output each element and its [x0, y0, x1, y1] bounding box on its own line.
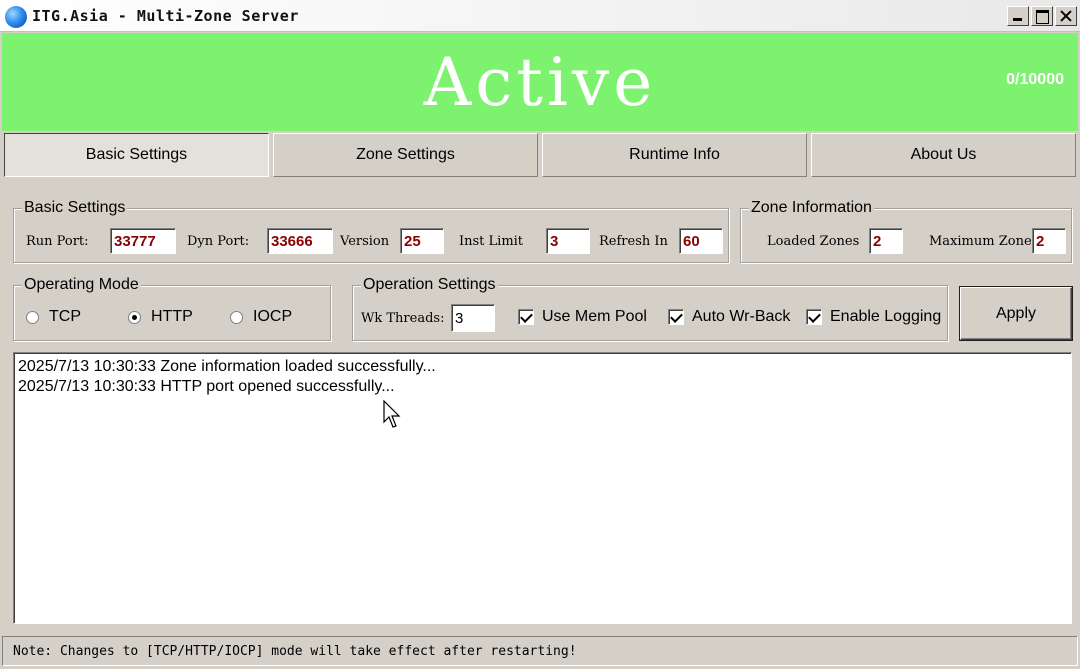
use-mem-pool-label: Use Mem Pool	[542, 308, 647, 325]
version-field: Version 25	[340, 228, 444, 254]
dyn-port-label: Dyn Port:	[187, 233, 250, 249]
radio-tcp-label: TCP	[49, 308, 81, 325]
maximum-zones-label: Maximum Zone:	[929, 233, 1037, 249]
radio-http-label: HTTP	[151, 308, 193, 325]
auto-wr-back-label: Auto Wr-Back	[692, 308, 791, 325]
use-mem-pool-check-icon[interactable]	[518, 309, 534, 325]
radio-iocp[interactable]: IOCP	[230, 308, 292, 326]
tab-basic-settings[interactable]: Basic Settings	[4, 133, 269, 177]
status-bar: Note: Changes to [TCP/HTTP/IOCP] mode wi…	[2, 636, 1078, 666]
tab-about-us[interactable]: About Us	[811, 133, 1076, 177]
tab-bar: Basic Settings Zone Settings Runtime Inf…	[2, 133, 1078, 177]
refresh-interval-field: Refresh In 60	[599, 228, 723, 254]
enable-logging-check-icon[interactable]	[806, 309, 822, 325]
loaded-zones-label: Loaded Zones	[767, 233, 860, 249]
auto-wr-back-checkbox[interactable]: Auto Wr-Back	[668, 308, 790, 326]
maximize-icon[interactable]	[1031, 6, 1053, 26]
inst-limit-input[interactable]: 3	[546, 228, 590, 254]
enable-logging-checkbox[interactable]: Enable Logging	[806, 308, 946, 326]
run-port-input[interactable]: 33777	[110, 228, 176, 254]
server-status-text: Active	[423, 44, 657, 121]
radio-iocp-label: IOCP	[253, 308, 293, 325]
status-banner: Active 0/10000	[2, 33, 1078, 131]
version-input[interactable]: 25	[400, 228, 444, 254]
apply-button[interactable]: Apply	[960, 287, 1072, 340]
loaded-zones-input[interactable]: 2	[869, 228, 903, 254]
run-port-label: Run Port:	[26, 233, 89, 249]
operating-mode-group: Operating Mode TCP HTTP IOCP	[13, 275, 331, 341]
zone-information-group: Zone Information Loaded Zones 2 Maximum …	[740, 198, 1072, 263]
mouse-pointer-icon	[383, 400, 401, 428]
basic-settings-title: Basic Settings	[22, 198, 128, 218]
log-output[interactable]: 2025/7/13 10:30:33 Zone information load…	[13, 352, 1072, 624]
window-controls	[1007, 6, 1077, 26]
refresh-interval-input[interactable]: 60	[679, 228, 723, 254]
minimize-icon[interactable]	[1007, 6, 1029, 26]
maximum-zones-input[interactable]: 2	[1032, 228, 1066, 254]
radio-iocp-indicator[interactable]	[230, 310, 243, 324]
radio-http-indicator[interactable]	[128, 310, 141, 324]
log-line: 2025/7/13 10:30:33 HTTP port opened succ…	[18, 378, 395, 395]
zone-information-title: Zone Information	[749, 198, 874, 218]
operating-mode-title: Operating Mode	[22, 275, 141, 295]
wk-threads-field: Wk Threads: 3	[361, 304, 495, 332]
globe-app-icon	[5, 6, 27, 28]
wk-threads-input[interactable]: 3	[451, 304, 495, 332]
title-bar[interactable]: ITG.Asia - Multi-Zone Server	[0, 0, 1080, 32]
log-line: 2025/7/13 10:30:33 Zone information load…	[18, 358, 436, 375]
auto-wr-back-check-icon[interactable]	[668, 309, 684, 325]
server-window: ITG.Asia - Multi-Zone Server Active 0/10…	[0, 0, 1080, 669]
use-mem-pool-checkbox[interactable]: Use Mem Pool	[518, 308, 647, 326]
maximum-zones-field: Maximum Zone: 2	[929, 228, 1066, 254]
inst-limit-label: Inst Limit	[459, 233, 524, 249]
wk-threads-label: Wk Threads:	[361, 310, 445, 326]
dyn-port-field: Dyn Port: 33666	[187, 228, 333, 254]
status-note: Note: Changes to [TCP/HTTP/IOCP] mode wi…	[13, 643, 577, 659]
tab-zone-settings[interactable]: Zone Settings	[273, 133, 538, 177]
basic-settings-group: Basic Settings Run Port: 33777 Dyn Port:…	[13, 198, 729, 263]
refresh-interval-label: Refresh In	[599, 233, 668, 249]
operation-settings-title: Operation Settings	[361, 275, 498, 295]
run-port-field: Run Port: 33777	[26, 228, 176, 254]
window-title: ITG.Asia - Multi-Zone Server	[32, 7, 299, 25]
dyn-port-input[interactable]: 33666	[267, 228, 333, 254]
radio-tcp[interactable]: TCP	[26, 308, 81, 326]
connection-count: 0/10000	[1006, 71, 1064, 88]
radio-tcp-indicator[interactable]	[26, 310, 39, 324]
enable-logging-label: Enable Logging	[830, 308, 942, 325]
operation-settings-group: Operation Settings Wk Threads: 3 Use Mem…	[352, 275, 948, 341]
tab-runtime-info[interactable]: Runtime Info	[542, 133, 807, 177]
loaded-zones-field: Loaded Zones 2	[767, 228, 903, 254]
version-label: Version	[340, 233, 390, 249]
inst-limit-field: Inst Limit 3	[459, 228, 590, 254]
close-icon[interactable]	[1055, 6, 1077, 26]
radio-http[interactable]: HTTP	[128, 308, 193, 326]
